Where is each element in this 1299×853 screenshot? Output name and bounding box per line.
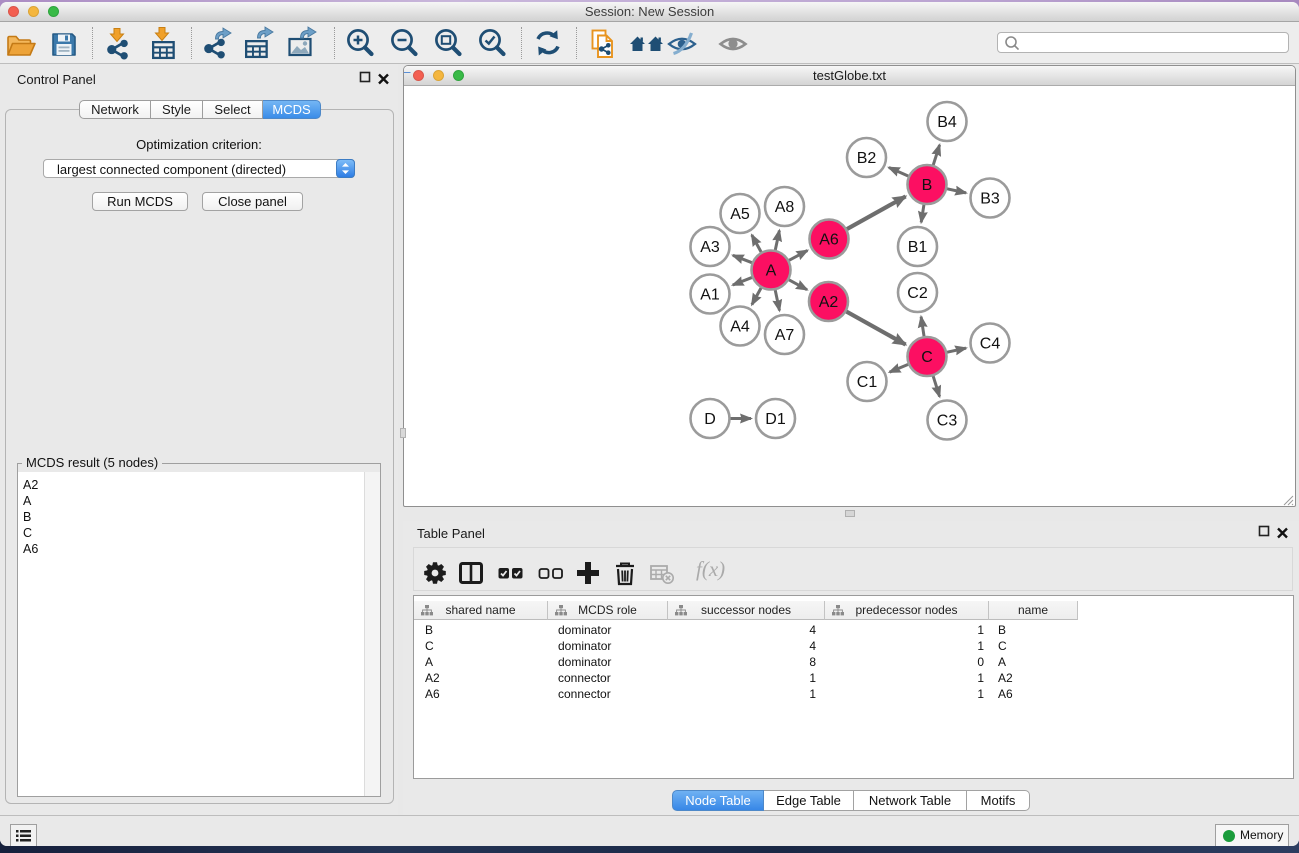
svg-text:A: A (766, 263, 777, 280)
svg-text:B1: B1 (908, 239, 928, 256)
svg-text:B: B (922, 177, 933, 194)
svg-text:A1: A1 (700, 287, 720, 304)
svg-text:A3: A3 (700, 239, 720, 256)
svg-text:C: C (921, 349, 933, 366)
svg-text:C2: C2 (907, 285, 928, 302)
svg-text:D1: D1 (765, 411, 786, 428)
svg-text:A7: A7 (775, 327, 795, 344)
svg-text:A4: A4 (730, 319, 750, 336)
svg-text:A5: A5 (730, 206, 750, 223)
svg-text:B4: B4 (937, 114, 957, 131)
svg-text:C1: C1 (857, 374, 878, 391)
svg-text:A2: A2 (819, 294, 839, 311)
svg-text:A6: A6 (819, 232, 839, 249)
svg-text:A8: A8 (775, 199, 795, 216)
svg-text:D: D (704, 411, 716, 428)
svg-text:C3: C3 (937, 413, 958, 430)
svg-text:B2: B2 (857, 150, 877, 167)
svg-text:B3: B3 (980, 191, 1000, 208)
svg-text:C4: C4 (980, 336, 1001, 353)
